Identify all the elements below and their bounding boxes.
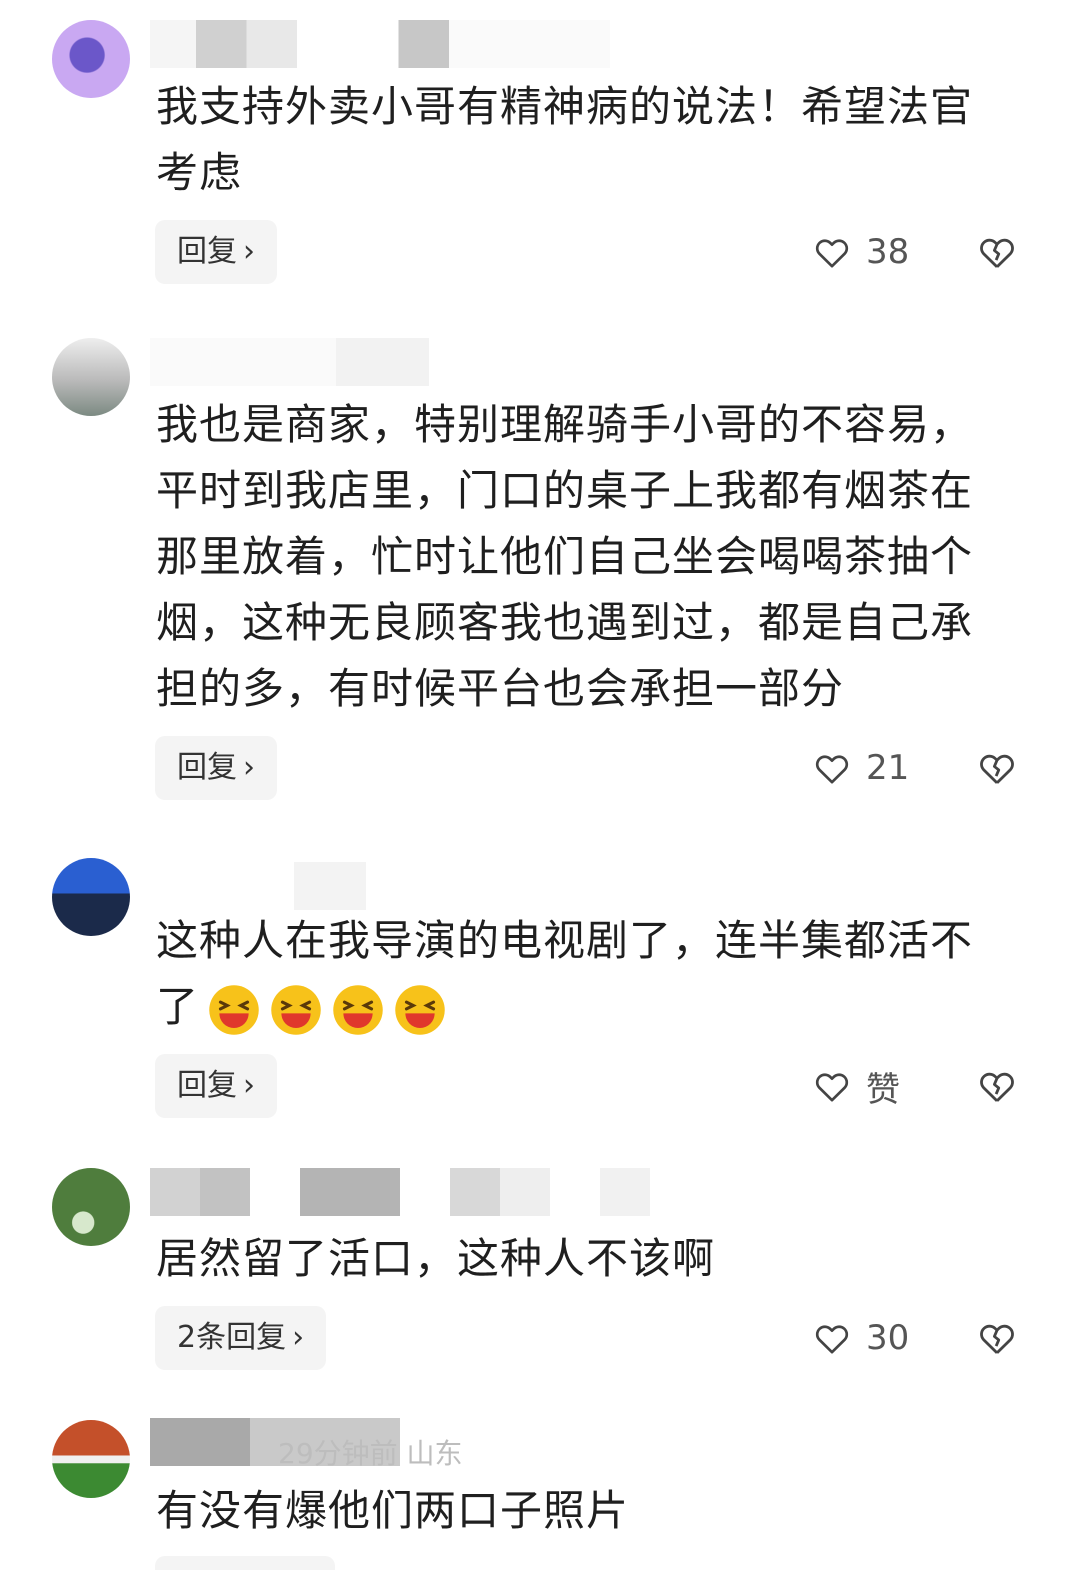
avatar[interactable] [52,1420,130,1498]
chevron-right-icon: › [292,1320,305,1355]
comment-text: 我也是商家，特别理解骑手小哥的不容易，平时到我店里，门口的桌子上我都有烟茶在那里… [156,400,974,713]
avatar[interactable] [52,1168,130,1246]
username-blurred [150,338,770,386]
like-count: 赞 [866,1069,900,1110]
heart-outline-icon [815,1073,849,1102]
comment-text: 有没有爆他们两口子照片 [156,1486,630,1535]
reply-button[interactable]: 回复 › [155,736,277,800]
reply-label: 回复 [177,1068,237,1103]
broken-heart-icon[interactable] [976,1317,1018,1359]
reply-button[interactable]: 回复 › [155,1054,277,1118]
like-button[interactable]: 21 [812,736,909,800]
reply-button[interactable]: 回复 › [155,220,277,284]
avatar[interactable] [52,858,130,936]
reply-label: 回复 [177,234,237,269]
chevron-right-icon: › [243,1068,255,1103]
laughing-emoji-icon [271,984,321,1035]
laughing-emoji-icon [209,984,259,1035]
comment-text: 居然留了活口，这种人不该啊 [156,1234,716,1283]
heart-outline-icon [815,1325,849,1354]
reply-button-partial[interactable] [155,1556,335,1570]
comment-meta: 29分钟前 山东 [278,1437,463,1470]
reply-label: 2条回复 [177,1320,287,1355]
chevron-right-icon: › [243,234,255,269]
like-button[interactable]: 30 [812,1306,909,1370]
broken-heart-icon[interactable] [976,1065,1018,1107]
laughing-emoji-icon [333,984,383,1035]
avatar[interactable] [52,338,130,416]
reply-label: 回复 [177,750,237,785]
comment-text: 这种人在我导演的电视剧了，连半集都活不了 [156,908,996,1040]
like-button[interactable]: 赞 [812,1054,900,1118]
heart-outline-icon [815,755,849,784]
username-blurred [150,20,610,68]
like-button[interactable]: 38 [812,220,909,284]
heart-outline-icon [815,239,849,268]
like-count: 21 [866,748,910,788]
view-replies-button[interactable]: 2条回复 › [155,1306,327,1370]
broken-heart-icon[interactable] [976,231,1018,273]
chevron-right-icon: › [243,750,255,785]
like-count: 30 [866,1318,910,1358]
broken-heart-icon[interactable] [976,747,1018,789]
username-blurred [150,862,510,910]
avatar[interactable] [52,20,130,98]
comment-text: 我支持外卖小哥有精神病的说法！希望法官考虑 [156,82,974,197]
username-blurred [150,1168,650,1216]
laughing-emoji-icon [395,984,445,1035]
like-count: 38 [866,232,910,272]
